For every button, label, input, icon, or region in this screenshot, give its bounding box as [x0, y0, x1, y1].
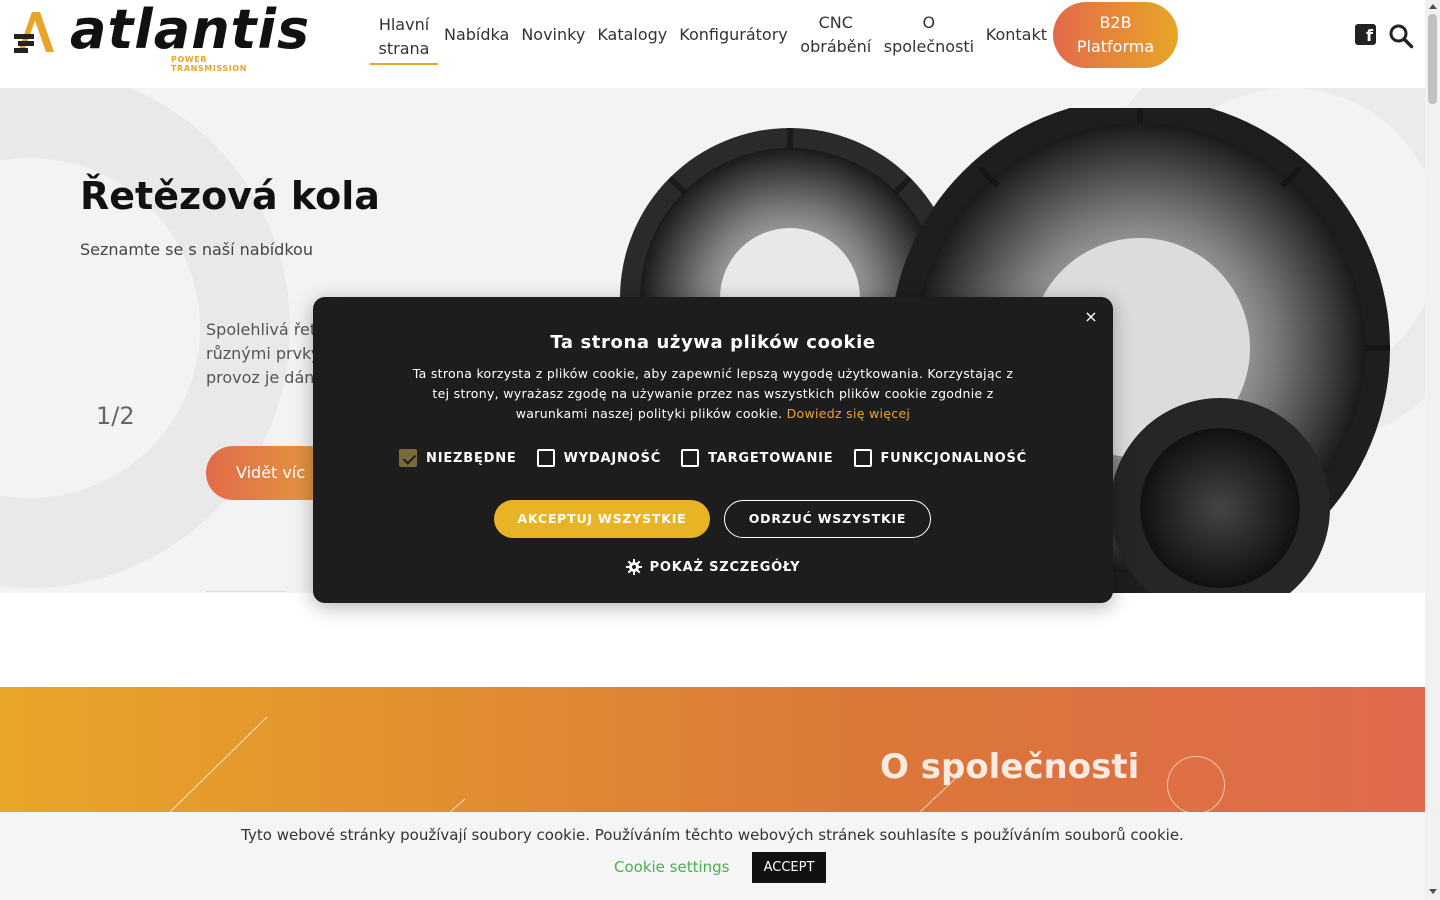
- checkbox-targeting[interactable]: TARGETOWANIE: [681, 449, 833, 467]
- hero-title: Řetězová kola: [80, 174, 380, 218]
- checkbox-label: NIEZBĘDNE: [426, 450, 517, 466]
- page-scrollbar[interactable]: [1425, 0, 1440, 900]
- nav-item-configurators[interactable]: Konfigurátory: [673, 23, 794, 47]
- nav-item-label: O společnosti: [883, 13, 975, 56]
- nav-item-catalogs[interactable]: Katalogy: [591, 23, 673, 47]
- hero-subtitle: Seznamte se s naší nabídkou: [80, 240, 313, 259]
- scroll-thumb[interactable]: [1428, 14, 1437, 104]
- nav-item-news[interactable]: Novinky: [515, 23, 591, 47]
- show-details-label: POKAŻ SZCZEGÓŁY: [649, 559, 801, 575]
- b2b-label-line2: Platforma: [1076, 37, 1155, 56]
- site-header: atlantis POWER TRANSMISSION Hlavní stran…: [0, 0, 1425, 88]
- hero-body-line: provoz je dán: [206, 368, 315, 387]
- checkbox-icon[interactable]: [681, 449, 700, 467]
- cookie-settings-link[interactable]: Cookie settings: [614, 858, 730, 876]
- nav-item-label: Nabídka: [444, 25, 510, 44]
- cookie-consent-modal: × Ta strona używa plików cookie Ta stron…: [313, 297, 1113, 603]
- cookie-modal-description: Ta strona korzysta z plików cookie, aby …: [408, 364, 1018, 424]
- checkbox-icon[interactable]: [853, 449, 872, 467]
- divider: [206, 591, 286, 592]
- checkbox-necessary[interactable]: NIEZBĘDNE: [399, 449, 517, 467]
- cookie-notice-bar: Tyto webové stránky používají soubory co…: [0, 812, 1425, 900]
- b2b-label-line1: B2B: [1099, 13, 1132, 32]
- checkbox-checked-icon[interactable]: [399, 449, 418, 467]
- checkbox-label: FUNKCJONALNOŚĆ: [880, 450, 1027, 466]
- checkbox-label: WYDAJNOŚĆ: [563, 450, 662, 466]
- accept-all-button[interactable]: AKCEPTUJ WSZYSTKIE: [494, 500, 710, 538]
- b2b-platform-button[interactable]: B2B Platforma: [1053, 2, 1179, 68]
- nav-item-label: Kontakt: [985, 25, 1048, 44]
- checkbox-icon[interactable]: [536, 449, 555, 467]
- facebook-icon[interactable]: f: [1355, 24, 1376, 45]
- checkbox-performance[interactable]: WYDAJNOŚĆ: [536, 449, 662, 467]
- cookie-modal-title: Ta strona używa plików cookie: [550, 332, 876, 353]
- scroll-up-arrow-icon[interactable]: [1429, 4, 1437, 9]
- nav-item-offer[interactable]: Nabídka: [438, 23, 515, 47]
- nav-item-label: Katalogy: [597, 25, 668, 44]
- logo-wordmark: atlantis: [70, 0, 311, 61]
- main-nav: Hlavní strana Nabídka Novinky Katalogy K…: [370, 0, 1179, 70]
- logo-mark-icon: [14, 12, 54, 53]
- hero-body-line: Spolehlivá řet: [206, 320, 317, 339]
- hero-body-text: Spolehlivá řet různými prvky provoz je d…: [206, 318, 326, 390]
- checkbox-label: TARGETOWANIE: [708, 450, 834, 466]
- search-icon[interactable]: [1388, 23, 1414, 49]
- nav-item-label: Novinky: [521, 25, 586, 44]
- slide-counter: 1/2: [96, 402, 135, 430]
- reject-all-button[interactable]: ODRZUĆ WSZYSTKIE: [724, 500, 931, 538]
- hero-body-line: různými prvky: [206, 344, 321, 363]
- close-icon[interactable]: ×: [1083, 309, 1099, 325]
- about-title: O společnosti: [880, 747, 1140, 787]
- cookie-notice-text: Tyto webové stránky používají soubory co…: [241, 826, 1184, 844]
- cookie-accept-button[interactable]: ACCEPT: [752, 852, 826, 883]
- logo-tagline: POWER TRANSMISSION: [171, 55, 248, 73]
- checkbox-functionality[interactable]: FUNKCJONALNOŚĆ: [853, 449, 1028, 467]
- nav-item-label: CNC obrábění: [800, 13, 872, 56]
- site-logo[interactable]: atlantis POWER TRANSMISSION: [14, 0, 309, 73]
- scroll-down-arrow-icon[interactable]: [1429, 889, 1437, 894]
- decorative-circle: [1167, 756, 1225, 814]
- cookie-category-options: NIEZBĘDNE WYDAJNOŚĆ TARGETOWANIE FUNKCJO…: [399, 449, 1026, 467]
- nav-item-label: Konfigurátory: [679, 25, 788, 44]
- nav-item-home[interactable]: Hlavní strana: [370, 13, 438, 65]
- nav-item-cnc[interactable]: CNC obrábění: [794, 11, 878, 59]
- learn-more-link[interactable]: Dowiedz się więcej: [787, 406, 911, 421]
- nav-item-label: Hlavní strana: [378, 15, 430, 58]
- gear-icon: [625, 559, 642, 575]
- show-details-button[interactable]: POKAŻ SZCZEGÓŁY: [313, 559, 1113, 579]
- nav-item-about[interactable]: O společnosti: [878, 11, 980, 59]
- nav-item-contact[interactable]: Kontakt: [980, 23, 1053, 47]
- cookie-modal-text: Ta strona korzysta z plików cookie, aby …: [412, 366, 1014, 421]
